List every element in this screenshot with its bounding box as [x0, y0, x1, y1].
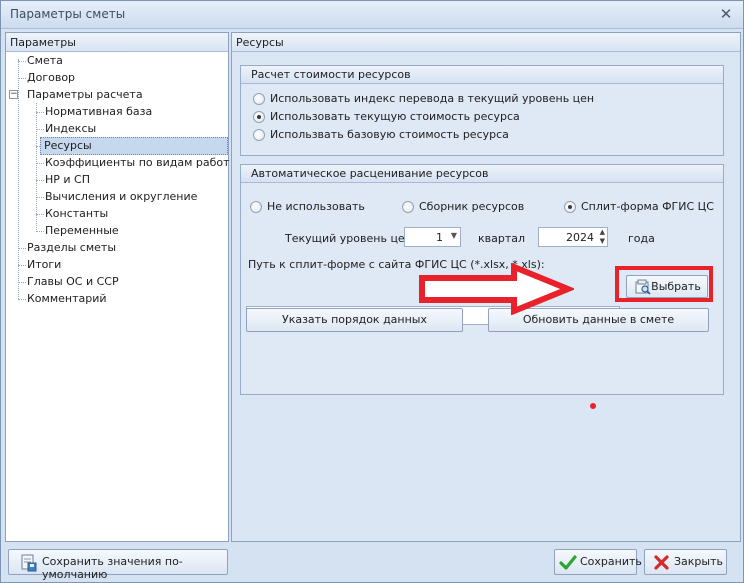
chevron-down-icon[interactable]: ▼ — [451, 231, 457, 240]
tree-item-nr-sp[interactable]: НР и СП — [42, 172, 93, 188]
year-label: года — [628, 232, 655, 245]
tree-item-indexes[interactable]: Индексы — [42, 121, 99, 137]
tree-item-chapters[interactable]: Главы ОС и ССР — [24, 274, 122, 290]
window: Параметры сметы ✕ Параметры − Смета Дого… — [0, 0, 744, 583]
tree-line — [18, 59, 19, 299]
close-button[interactable]: Закрыть — [644, 549, 727, 575]
save-defaults-button[interactable]: Сохранить значения по-умолчанию — [8, 549, 228, 581]
auto-split-form-label[interactable]: Сплит-форма ФГИС ЦС — [581, 200, 714, 213]
tree-item-work-coefficients[interactable]: Коэффициенты по видам работ — [42, 155, 233, 171]
year-stepper[interactable]: 2024 ▲ ▼ — [538, 227, 608, 247]
quarter-label: квартал — [478, 232, 526, 245]
auto-pricing-group-title: Автоматическое расценивание ресурсов — [241, 165, 723, 183]
tree-item-sections[interactable]: Разделы сметы — [24, 240, 119, 256]
cost-option-current-label[interactable]: Использовать текущую стоимость ресурса — [270, 110, 520, 123]
tree-header: Параметры — [6, 33, 228, 52]
tree-item-rounding[interactable]: Вычисления и округление — [42, 189, 200, 205]
window-title: Параметры сметы — [10, 7, 126, 21]
save-label: Сохранить — [580, 555, 642, 568]
close-icon — [654, 555, 669, 570]
tree-item-calc-params[interactable]: Параметры расчета — [24, 87, 146, 103]
highlight-box — [615, 266, 713, 302]
cost-option-index-label[interactable]: Использовать индекс перевода в текущий у… — [270, 92, 594, 105]
year-value: 2024 — [566, 231, 594, 244]
auto-none-label[interactable]: Не использовать — [267, 200, 365, 213]
save-defaults-label: Сохранить значения по-умолчанию — [42, 555, 183, 581]
tree-item-constants[interactable]: Константы — [42, 206, 111, 222]
save-button[interactable]: Сохранить — [554, 549, 642, 575]
tree-item-normative-base[interactable]: Нормативная база — [42, 104, 155, 120]
auto-collection-label[interactable]: Сборник ресурсов — [419, 200, 524, 213]
close-label: Закрыть — [674, 555, 723, 568]
cost-option-base-radio[interactable] — [253, 129, 265, 141]
auto-split-form-radio[interactable] — [564, 201, 576, 213]
tree-item-comment[interactable]: Комментарий — [24, 291, 110, 307]
tree-item-smeta[interactable]: Смета — [24, 53, 66, 69]
collapse-icon[interactable]: − — [9, 90, 18, 99]
stepper-arrows-icon[interactable]: ▲ ▼ — [600, 228, 605, 246]
parameters-tree: Параметры − Смета Договор Параметры расч… — [5, 32, 230, 542]
price-level-label: Текущий уровень цен — [285, 232, 412, 245]
auto-none-radio[interactable] — [250, 201, 262, 213]
title-bar: Параметры сметы ✕ — [1, 1, 743, 29]
cost-calc-group: Расчет стоимости ресурсов Использовать и… — [240, 65, 724, 156]
tree-item-contract[interactable]: Договор — [24, 70, 78, 86]
tree-line — [36, 103, 37, 230]
cost-option-base-label[interactable]: Использвать базовую стоимость ресурса — [270, 128, 509, 141]
cost-option-current-radio[interactable] — [253, 111, 265, 123]
red-arrow-icon — [419, 263, 574, 315]
cost-option-index-radio[interactable] — [253, 93, 265, 105]
panel-title: Ресурсы — [232, 33, 740, 52]
tree-item-variables[interactable]: Переменные — [42, 223, 122, 239]
save-defaults-icon — [21, 554, 37, 572]
auto-collection-radio[interactable] — [402, 201, 414, 213]
red-dot-marker — [590, 403, 596, 409]
tree-item-totals[interactable]: Итоги — [24, 257, 64, 273]
cost-calc-group-title: Расчет стоимости ресурсов — [241, 66, 723, 84]
window-close-icon[interactable]: ✕ — [717, 5, 735, 23]
quarter-value: 1 — [436, 231, 443, 244]
checkmark-icon — [559, 555, 577, 570]
tree-item-resources[interactable]: Ресурсы — [40, 137, 228, 155]
quarter-select[interactable]: 1 ▼ — [404, 227, 461, 247]
